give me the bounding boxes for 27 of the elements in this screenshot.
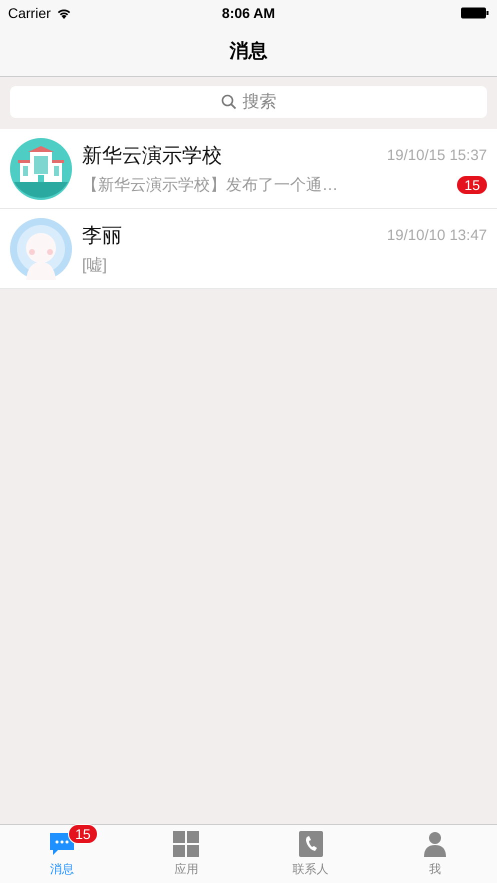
message-preview: 【新华云演示学校】发布了一个通…: [82, 176, 338, 196]
carrier-name: Carrier: [8, 5, 51, 21]
chat-bubble-icon: [48, 831, 76, 857]
school-avatar-icon: [10, 138, 72, 200]
tab-item[interactable]: 15 消息: [0, 825, 124, 883]
avatar-figure-icon: [10, 218, 72, 280]
unread-count: 15: [68, 824, 98, 844]
nav-title: 消息: [230, 40, 268, 64]
wifi-icon: [56, 7, 72, 19]
phone-book-icon: [298, 831, 323, 857]
conversation-name: 新华云演示学校: [82, 144, 222, 168]
conversation-item[interactable]: 李丽 19/10/10 13:47 [嘘]: [0, 209, 497, 289]
battery-icon: [461, 7, 489, 19]
message-time: 19/10/10 13:47: [386, 226, 487, 244]
person-icon: [422, 831, 448, 857]
conversation-item[interactable]: 新华云演示学校 19/10/15 15:37 【新华云演示学校】发布了一个通… 15: [0, 129, 497, 209]
message-preview: [嘘]: [82, 256, 107, 276]
tab-item[interactable]: 我: [372, 825, 497, 883]
unread-count: 15: [457, 176, 487, 194]
clock-time: 8:06 AM: [222, 5, 276, 21]
tab-item[interactable]: 应用: [124, 825, 248, 883]
conversation-name: 李丽: [82, 224, 122, 248]
grid-icon: [173, 831, 200, 857]
search-field[interactable]: 搜索: [10, 86, 487, 118]
tab-item[interactable]: 联系人: [248, 825, 373, 883]
search-icon: [220, 94, 236, 110]
message-time: 19/10/15 15:37: [386, 146, 487, 164]
